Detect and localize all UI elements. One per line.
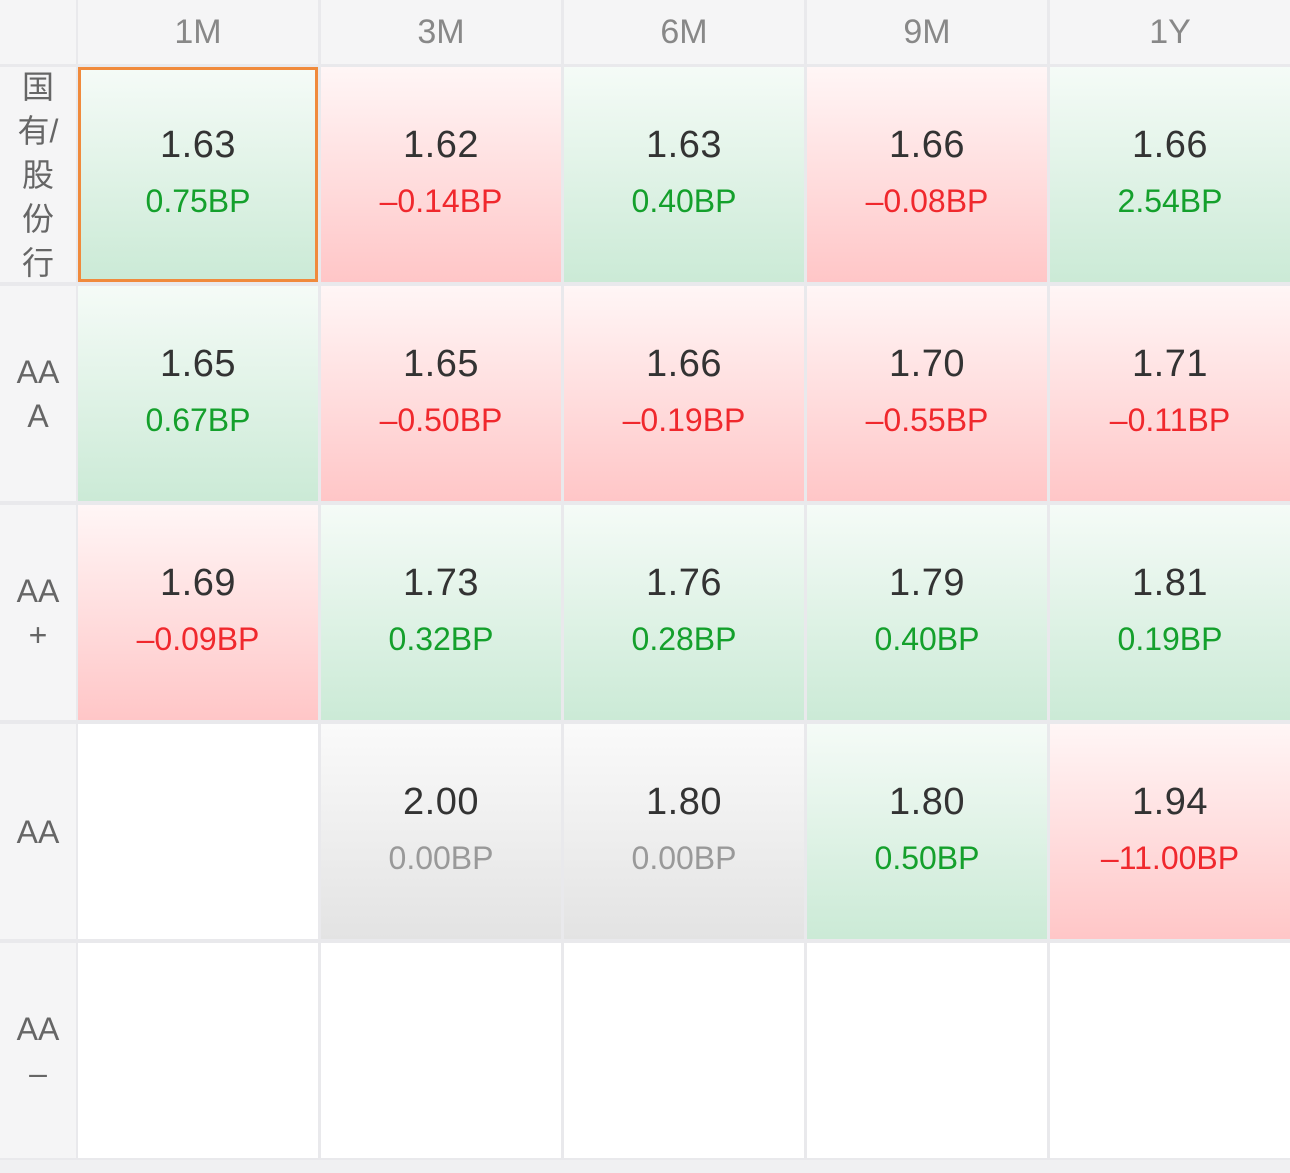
column-header-9m[interactable]: 9M <box>807 0 1047 64</box>
yield-rate: 1.73 <box>403 562 479 604</box>
row-header-label: 国有/股份行 <box>17 68 59 281</box>
column-header-1m[interactable]: 1M <box>78 0 318 64</box>
yield-cell <box>1050 943 1290 1158</box>
yield-rate: 1.66 <box>1132 124 1208 166</box>
yield-change: 0.50BP <box>874 840 980 876</box>
yield-change: 0.00BP <box>388 840 494 876</box>
row-header-label: AA+ <box>16 572 60 653</box>
yield-change: –0.14BP <box>379 183 503 219</box>
yield-cell <box>564 943 804 1158</box>
yield-rate: 1.62 <box>403 124 479 166</box>
yield-change: 0.75BP <box>145 183 251 219</box>
yield-cell[interactable]: 2.00 0.00BP <box>321 724 561 939</box>
yield-rate: 1.66 <box>646 343 722 385</box>
yield-change: –0.08BP <box>865 183 989 219</box>
row-header[interactable]: AA– <box>0 943 76 1158</box>
yield-rate: 1.69 <box>160 562 236 604</box>
yield-cell[interactable]: 1.69 –0.09BP <box>78 505 318 720</box>
yield-rate: 1.80 <box>889 781 965 823</box>
yield-cell[interactable]: 1.80 0.00BP <box>564 724 804 939</box>
yield-change: 0.40BP <box>631 183 737 219</box>
column-header-6m[interactable]: 6M <box>564 0 804 64</box>
yield-rate: 1.76 <box>646 562 722 604</box>
yield-cell <box>78 724 318 939</box>
grid-corner <box>0 0 76 64</box>
column-header-1y[interactable]: 1Y <box>1050 0 1290 64</box>
yield-cell[interactable]: 1.65 –0.50BP <box>321 286 561 501</box>
yield-change: –0.50BP <box>379 402 503 438</box>
yield-rate: 1.80 <box>646 781 722 823</box>
row-header-label: AA– <box>16 1010 60 1091</box>
yield-rate: 1.70 <box>889 343 965 385</box>
yield-rate: 2.00 <box>403 781 479 823</box>
yield-cell[interactable]: 1.62 –0.14BP <box>321 67 561 282</box>
yield-cell <box>807 943 1047 1158</box>
yield-cell <box>321 943 561 1158</box>
yield-rate: 1.81 <box>1132 562 1208 604</box>
row-header-label: AAA <box>16 353 60 434</box>
yield-rate: 1.66 <box>889 124 965 166</box>
yield-change: 0.28BP <box>631 621 737 657</box>
yield-cell[interactable]: 1.66 –0.19BP <box>564 286 804 501</box>
yield-change: 0.32BP <box>388 621 494 657</box>
yield-change: 2.54BP <box>1117 183 1223 219</box>
yield-change: 0.00BP <box>631 840 737 876</box>
bottom-strip <box>0 1160 1290 1173</box>
yield-cell[interactable]: 1.66 –0.08BP <box>807 67 1047 282</box>
yield-cell[interactable]: 1.79 0.40BP <box>807 505 1047 720</box>
yield-rate: 1.65 <box>160 343 236 385</box>
row-header[interactable]: AA <box>0 724 76 939</box>
yield-cell[interactable]: 1.70 –0.55BP <box>807 286 1047 501</box>
yield-rate: 1.63 <box>646 124 722 166</box>
yield-rate: 1.71 <box>1132 343 1208 385</box>
yield-rate: 1.94 <box>1132 781 1208 823</box>
yield-change: –0.55BP <box>865 402 989 438</box>
yield-cell[interactable]: 1.81 0.19BP <box>1050 505 1290 720</box>
yield-cell[interactable]: 1.66 2.54BP <box>1050 67 1290 282</box>
row-header[interactable]: AA+ <box>0 505 76 720</box>
row-header[interactable]: 国有/股份行 <box>0 67 76 282</box>
row-header[interactable]: AAA <box>0 286 76 501</box>
yield-change: –0.19BP <box>622 402 746 438</box>
yield-cell[interactable]: 1.76 0.28BP <box>564 505 804 720</box>
yield-change: 0.40BP <box>874 621 980 657</box>
yield-cell[interactable]: 1.71 –0.11BP <box>1050 286 1290 501</box>
yield-change: 0.19BP <box>1117 621 1223 657</box>
yield-cell[interactable]: 1.63 0.75BP <box>78 67 318 282</box>
yield-rate: 1.65 <box>403 343 479 385</box>
yield-cell[interactable]: 1.80 0.50BP <box>807 724 1047 939</box>
yield-cell[interactable]: 1.94 –11.00BP <box>1050 724 1290 939</box>
row-header-label: AA <box>16 813 60 850</box>
yield-cell[interactable]: 1.65 0.67BP <box>78 286 318 501</box>
yield-grid: 1M 3M 6M 9M 1Y 国有/股份行 1.63 0.75BP 1.62 –0.14BP 1.6… <box>0 0 1290 1173</box>
yield-cell[interactable]: 1.73 0.32BP <box>321 505 561 720</box>
yield-change: –0.11BP <box>1109 402 1231 438</box>
yield-change: –0.09BP <box>136 621 260 657</box>
yield-rate: 1.63 <box>160 124 236 166</box>
column-header-3m[interactable]: 3M <box>321 0 561 64</box>
yield-rate: 1.79 <box>889 562 965 604</box>
yield-cell <box>78 943 318 1158</box>
yield-change: –11.00BP <box>1100 840 1240 876</box>
yield-change: 0.67BP <box>145 402 251 438</box>
yield-cell[interactable]: 1.63 0.40BP <box>564 67 804 282</box>
